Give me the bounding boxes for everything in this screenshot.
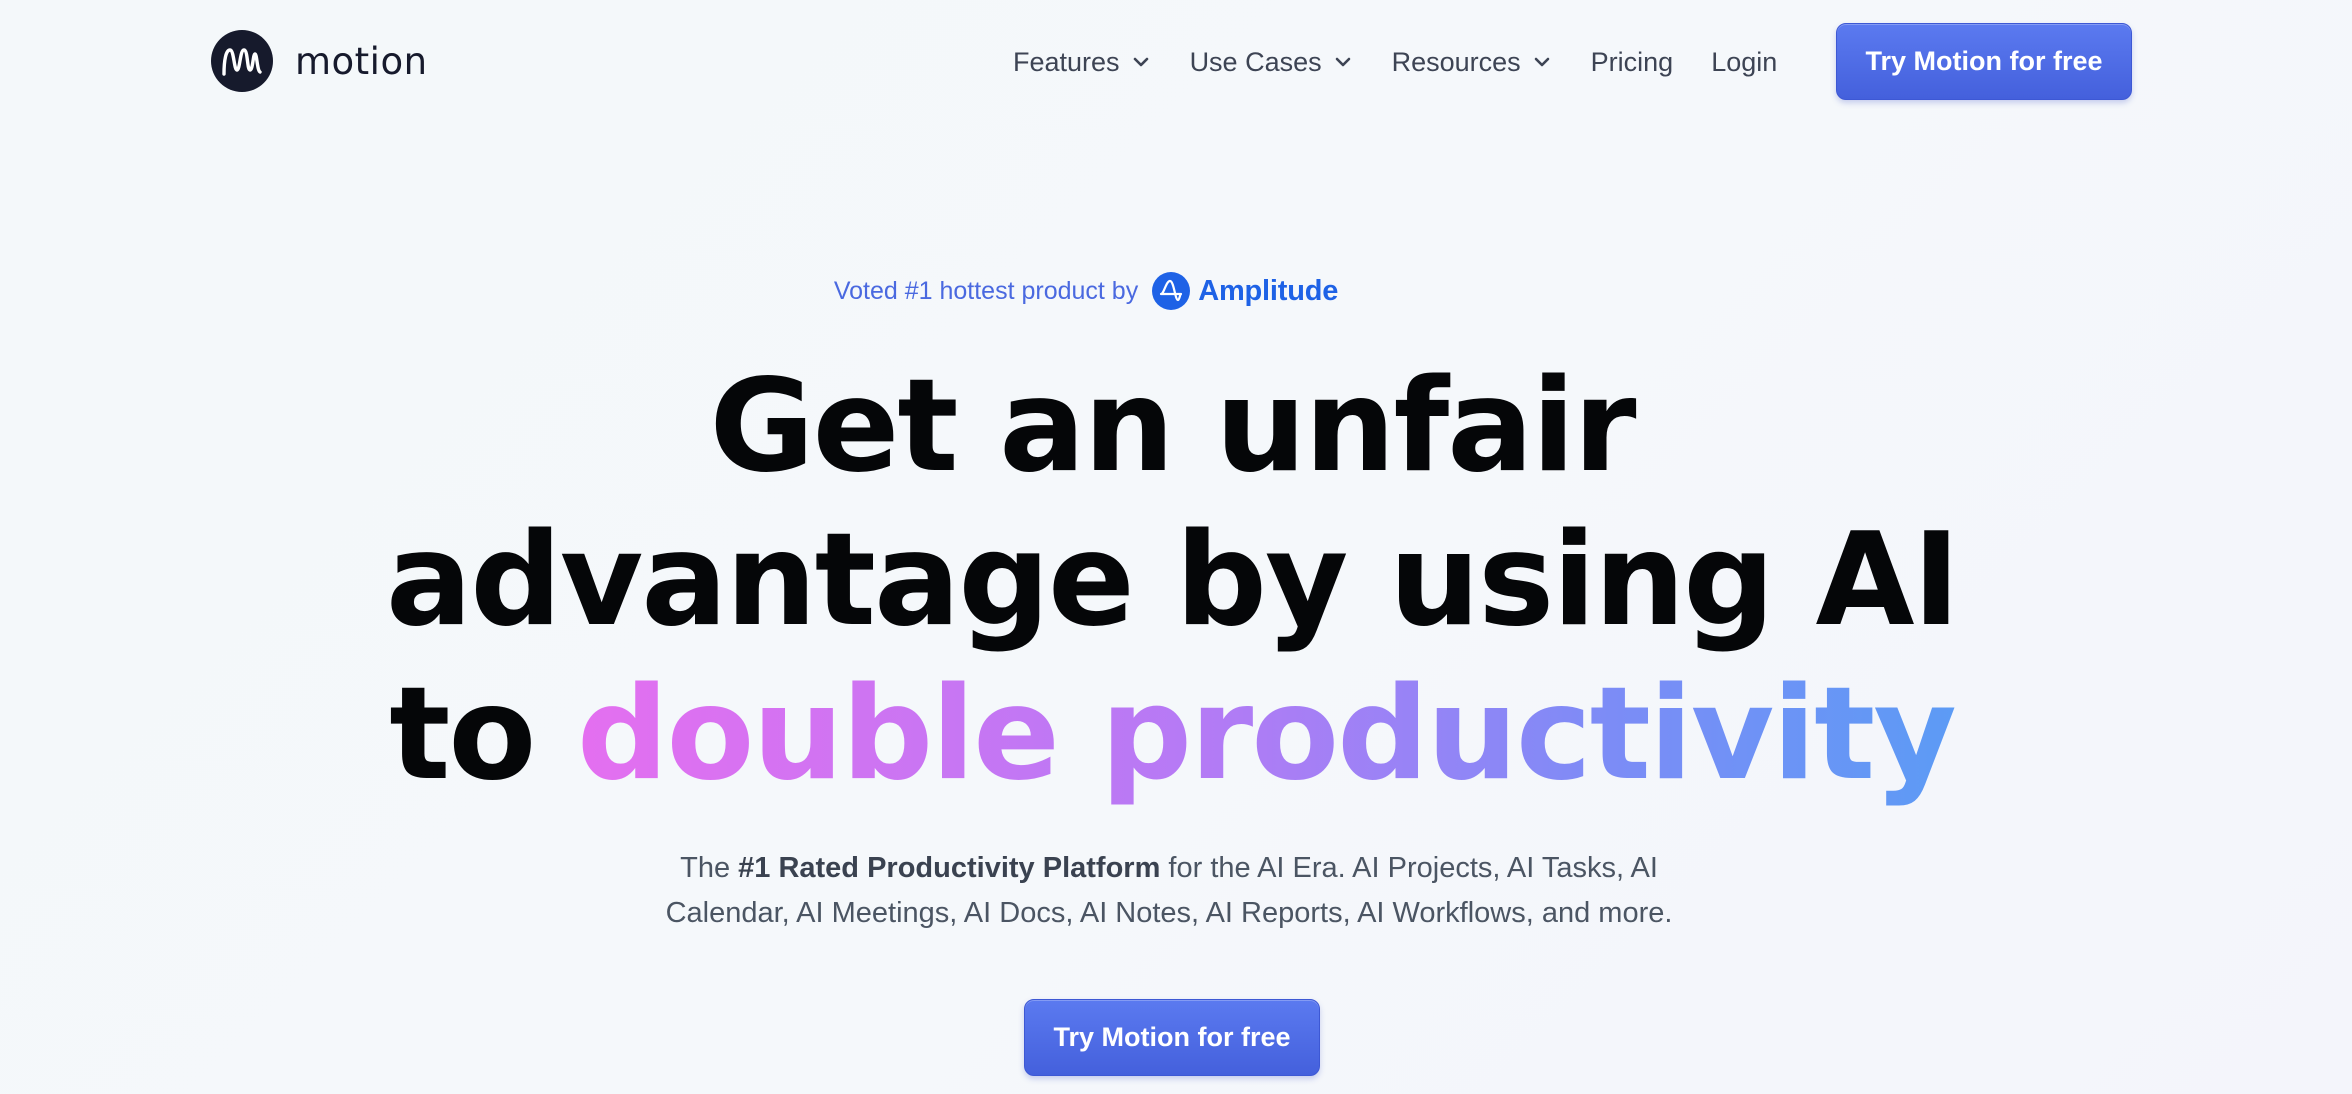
nav-item-label: Pricing (1590, 46, 1674, 77)
headline-line-3-prefix: to (389, 660, 577, 809)
amplitude-name: Amplitude (1198, 274, 1339, 307)
try-motion-nav-button[interactable]: Try Motion for free (1836, 23, 2132, 100)
nav-item-label: Use Cases (1189, 46, 1322, 77)
subtext-bold: #1 Rated Productivity Platform (738, 852, 1161, 884)
subtext-part-1: The (680, 852, 739, 884)
chevron-down-icon (1334, 53, 1352, 71)
headline-line-3: to double productivity (0, 658, 2344, 812)
chevron-down-icon (1533, 53, 1551, 71)
nav-item-use-cases[interactable]: Use Cases (1190, 47, 1352, 78)
nav-links: Features Use Cases Resources Pricing Log… (1013, 40, 1777, 84)
hero-headline: Get an unfair advantage by using AI to d… (0, 350, 2352, 812)
nav-item-login[interactable]: Login (1711, 47, 1777, 78)
nav-item-label: Resources (1391, 46, 1521, 77)
nav-item-features[interactable]: Features (1013, 47, 1150, 78)
subtext-part-2: for the AI Era. AI Projects, AI Tasks, A… (1160, 852, 1658, 884)
top-navigation: motion Features Use Cases Resources Pric… (0, 0, 2352, 124)
subtext-line-2: Calendar, AI Meetings, AI Docs, AI Notes… (665, 897, 1673, 929)
motion-m-logo-icon (211, 30, 273, 92)
headline-line-2: advantage by using AI (385, 506, 1960, 655)
voted-badge: Voted #1 hottest product by Amplitude (0, 272, 2352, 310)
nav-item-label: Features (1013, 46, 1120, 77)
try-motion-hero-button[interactable]: Try Motion for free (1024, 999, 1320, 1076)
nav-item-label: Login (1711, 46, 1778, 77)
chevron-down-icon (1132, 53, 1150, 71)
headline-line-1: Get an unfair (709, 352, 1637, 501)
nav-item-resources[interactable]: Resources (1392, 47, 1551, 78)
brand-name: motion (295, 39, 428, 83)
headline-highlight: double productivity (576, 660, 1957, 809)
nav-item-pricing[interactable]: Pricing (1591, 47, 1674, 78)
amplitude-logo: Amplitude (1152, 272, 1338, 310)
brand-logo-link[interactable]: motion (211, 30, 428, 92)
hero-subtext: The #1 Rated Productivity Platform for t… (0, 846, 2352, 936)
voted-text: Voted #1 hottest product by (833, 276, 1139, 305)
amplitude-logo-icon (1152, 272, 1191, 310)
